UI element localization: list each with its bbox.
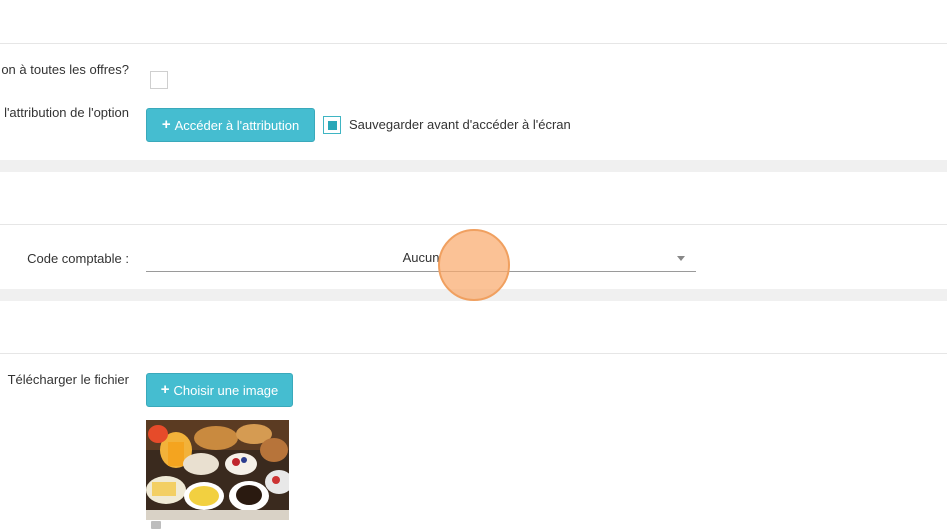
attribution-label: l'attribution de l'option: [4, 105, 129, 120]
section2-header-divider: [0, 224, 947, 225]
select-underline: [146, 271, 696, 272]
access-attribution-button[interactable]: + Accéder à l'attribution: [146, 108, 315, 142]
section3-header-divider: [0, 353, 947, 354]
code-comptable-label: Code comptable :: [27, 251, 129, 266]
section-separator-1: [0, 160, 947, 172]
access-attribution-label: Accéder à l'attribution: [174, 117, 300, 133]
uploaded-image-thumbnail: [146, 420, 289, 520]
code-comptable-select[interactable]: Aucun: [146, 250, 696, 265]
image-file-icon[interactable]: [151, 521, 161, 529]
top-divider: [0, 43, 947, 44]
download-file-label: Télécharger le fichier: [7, 372, 129, 387]
caret-down-icon[interactable]: [677, 256, 685, 261]
choose-image-button[interactable]: + Choisir une image: [146, 373, 293, 407]
plus-icon: +: [161, 115, 171, 133]
click-indicator: [438, 229, 510, 301]
plus-icon: +: [160, 380, 170, 398]
offers-question-label: on à toutes les offres?: [1, 62, 129, 77]
breakfast-photo-icon: [146, 420, 289, 520]
save-before-label: Sauvegarder avant d'accéder à l'écran: [349, 117, 571, 132]
checkbox-check-mark: [328, 121, 337, 130]
choose-image-label: Choisir une image: [173, 382, 279, 398]
offers-checkbox[interactable]: [150, 71, 168, 89]
save-before-checkbox[interactable]: [323, 116, 341, 134]
